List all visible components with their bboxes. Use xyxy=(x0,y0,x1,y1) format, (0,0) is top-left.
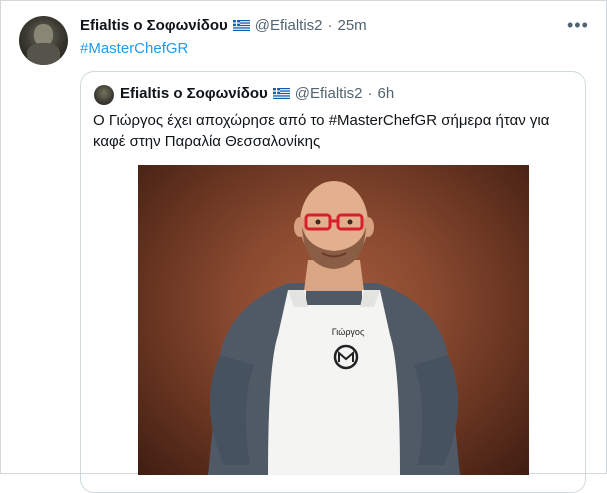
quoted-text: Ο Γιώργος έχει αποχώρησε από το #MasterC… xyxy=(93,110,573,152)
quoted-text-before: Ο Γιώργος έχει αποχώρησε από το xyxy=(93,112,329,129)
quoted-author-name: Efialtis ο Σοφωνίδου xyxy=(120,85,268,102)
tweet-header: Efialtis ο Σοφωνίδου @Efialtis2 · 25m xyxy=(80,17,367,34)
author-name[interactable]: Efialtis ο Σοφωνίδου xyxy=(80,17,228,34)
greek-flag-icon xyxy=(272,88,290,99)
separator-dot: · xyxy=(327,17,333,34)
quoted-tweet[interactable]: Efialtis ο Σοφωνίδου @Efialtis2 · 6h Ο Γ… xyxy=(80,71,586,493)
avatar-statue-body xyxy=(27,43,60,65)
greek-flag-icon xyxy=(232,20,250,31)
chef-illustration: Γιώργος xyxy=(208,181,460,475)
avatar[interactable] xyxy=(19,16,68,65)
quoted-author-handle: @Efialtis2 xyxy=(294,85,363,102)
hashtag-link[interactable]: #MasterChefGR xyxy=(80,40,188,57)
quoted-avatar[interactable] xyxy=(94,85,114,105)
quoted-header: Efialtis ο Σοφωνίδου @Efialtis2 · 6h xyxy=(120,85,394,102)
quoted-separator-dot: · xyxy=(367,85,373,102)
author-handle[interactable]: @Efialtis2 xyxy=(255,17,323,34)
more-icon[interactable]: ••• xyxy=(567,15,589,36)
tweet-time[interactable]: 25m xyxy=(338,17,367,34)
tweet-card[interactable]: Efialtis ο Σοφωνίδου @Efialtis2 · 25m ••… xyxy=(0,0,607,493)
apron-name-label: Γιώργος xyxy=(332,327,365,337)
chef-photo[interactable]: Γιώργος xyxy=(138,165,529,475)
quoted-time: 6h xyxy=(377,85,395,102)
quoted-hashtag: #MasterChefGR xyxy=(328,112,438,129)
